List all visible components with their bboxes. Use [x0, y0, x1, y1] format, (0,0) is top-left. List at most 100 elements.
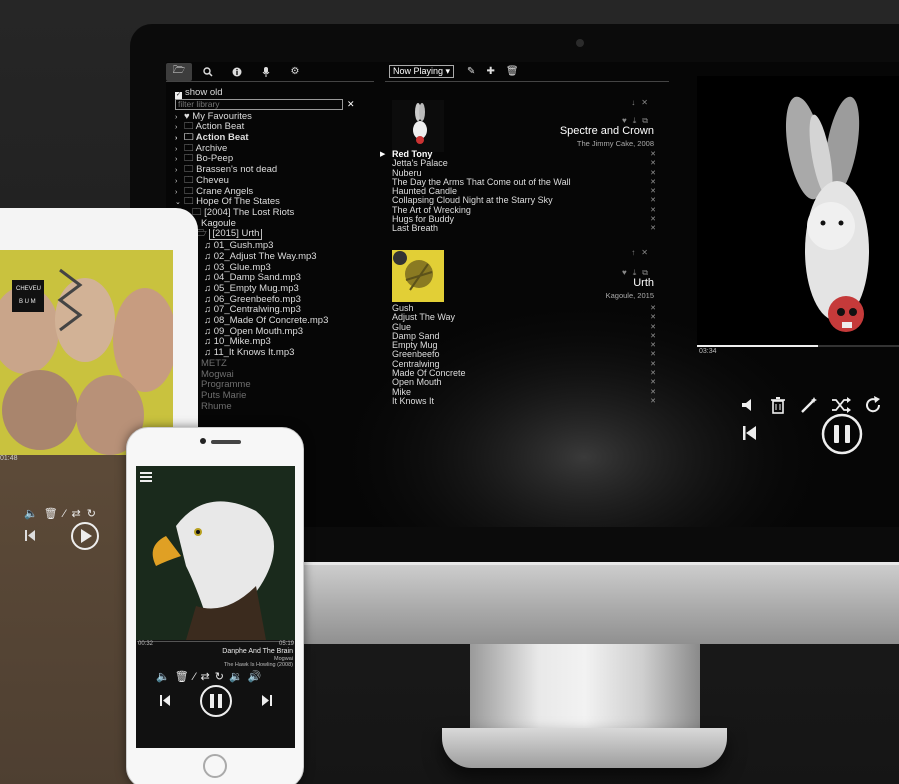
volume-icon[interactable]: 🔈 — [24, 507, 38, 520]
mic-icon[interactable] — [253, 63, 279, 81]
track-row[interactable]: Last Breath ✕ — [382, 224, 656, 233]
remove-icon[interactable]: ✕ — [650, 323, 656, 332]
repeat-icon[interactable] — [864, 396, 882, 414]
folder-item[interactable]: › 🗀 Crane Angels — [175, 187, 375, 198]
remove-icon[interactable]: ✕ — [650, 159, 656, 168]
file-item[interactable]: ♫ 04_Damp Sand.mp3 — [175, 273, 375, 284]
remove-icon[interactable]: ✕ — [650, 397, 656, 406]
remove-icon[interactable]: ✕ — [650, 341, 656, 350]
remove-icon[interactable]: ✕ — [650, 360, 656, 369]
remove-icon[interactable]: ✕ — [650, 150, 656, 159]
favourites-item[interactable]: › ♥ My Favourites — [175, 112, 375, 123]
remove-icon[interactable]: ✕ — [650, 178, 656, 187]
remove-icon[interactable]: ✕ — [650, 187, 656, 196]
trash-icon[interactable]: 🗑 — [44, 507, 58, 520]
folder-item[interactable]: › 🗀 Action Beat — [175, 133, 375, 144]
track-row[interactable]: Adjust The Way ✕ — [382, 313, 656, 322]
folder-item[interactable]: ›🗀 [2004] The Lost Riots — [175, 208, 375, 219]
remove-icon[interactable]: ✕ — [650, 332, 656, 341]
magic-wand-icon[interactable] — [800, 396, 818, 414]
shuffle-icon[interactable]: ⇄ — [201, 670, 210, 683]
file-item[interactable]: ♫ 02_Adjust The Way.mp3 — [175, 252, 375, 263]
folder-item[interactable]: › 🗀 Cheveu — [175, 176, 375, 187]
previous-icon[interactable] — [160, 694, 171, 707]
volume-icon[interactable]: 🔈 — [156, 670, 170, 683]
repeat-icon[interactable]: ↻ — [87, 507, 96, 520]
folder-item[interactable]: Puts Marie — [175, 391, 375, 402]
edit-icon[interactable]: ✎ — [467, 66, 475, 77]
remove-icon[interactable]: ✕ — [650, 369, 656, 378]
file-item[interactable]: ♫ 01_Gush.mp3 — [175, 241, 375, 252]
folder-item[interactable]: Rhume — [175, 402, 375, 413]
folder-item[interactable]: › 🗀 Brassen's not dead — [175, 165, 375, 176]
remove-icon[interactable]: ✕ — [650, 169, 656, 178]
show-old-row[interactable]: ✓ show old — [175, 88, 375, 99]
magic-wand-icon[interactable]: ⁄ — [194, 671, 196, 683]
file-item[interactable]: ♫ 08_Made Of Concrete.mp3 — [175, 316, 375, 327]
settings-icon[interactable]: ⚙ — [282, 63, 308, 81]
remove-icon[interactable]: ✕ — [650, 388, 656, 397]
remove-icon[interactable]: ✕ — [650, 206, 656, 215]
magic-wand-icon[interactable]: ⁄ — [64, 508, 66, 520]
folder-item[interactable]: Programme — [175, 380, 375, 391]
search-icon[interactable] — [195, 63, 221, 81]
album-move-icons[interactable]: ↑✕ — [631, 248, 654, 257]
album-move-icons[interactable]: ↓✕ — [631, 98, 654, 107]
remove-icon[interactable]: ✕ — [650, 313, 656, 322]
phone-seek-bar[interactable] — [137, 641, 294, 642]
menu-icon[interactable] — [140, 472, 152, 482]
seek-bar[interactable] — [697, 345, 899, 347]
playlist-select[interactable]: Now Playing ▾ — [389, 65, 455, 78]
folder-item[interactable]: › 🗀 Bo-Peep — [175, 154, 375, 165]
trash-icon[interactable]: 🗑 — [175, 670, 189, 683]
remove-icon[interactable]: ✕ — [650, 304, 656, 313]
track-row[interactable]: Open Mouth ✕ — [382, 378, 656, 387]
folder-item[interactable]: Kagoule — [175, 219, 375, 230]
previous-icon[interactable] — [25, 529, 35, 542]
remove-icon[interactable]: ✕ — [650, 350, 656, 359]
folder-item-selected[interactable]: 🗁 [2015] Urth — [175, 229, 375, 241]
file-item[interactable]: ♫ 05_Empty Mug.mp3 — [175, 284, 375, 295]
checkbox[interactable]: ✓ — [175, 92, 182, 99]
play-button[interactable] — [70, 521, 100, 551]
folder-icon[interactable]: 🗁 — [166, 62, 192, 81]
add-icon[interactable]: ✚ — [486, 66, 494, 77]
trash-icon[interactable]: 🗑 — [506, 66, 519, 77]
file-item[interactable]: ♫ 03_Glue.mp3 — [175, 263, 375, 274]
file-item[interactable]: ♫ 10_Mike.mp3 — [175, 337, 375, 348]
pause-button[interactable] — [820, 413, 864, 455]
file-item[interactable]: ♫ 06_Greenbeefo.mp3 — [175, 295, 375, 306]
remove-icon[interactable]: ✕ — [650, 378, 656, 387]
folder-item[interactable]: › 🗀 Archive — [175, 144, 375, 155]
track-row[interactable]: It Knows It ✕ — [382, 396, 656, 406]
folder-item[interactable]: › 🗀 Action Beat — [175, 122, 375, 133]
shuffle-icon[interactable] — [831, 396, 851, 414]
file-item[interactable]: ♫ 11_It Knows It.mp3 — [175, 348, 375, 359]
remove-icon[interactable]: ✕ — [650, 196, 656, 205]
clear-filter-icon[interactable]: ✕ — [347, 99, 355, 109]
folder-icon: 🗀 — [184, 143, 196, 154]
volume-up-icon[interactable]: 🔊 — [248, 670, 262, 683]
trash-icon[interactable] — [769, 396, 787, 414]
remove-icon[interactable]: ✕ — [650, 215, 656, 224]
info-icon[interactable] — [224, 63, 250, 81]
file-item[interactable]: ♫ 09_Open Mouth.mp3 — [175, 327, 375, 338]
shuffle-icon[interactable]: ⇄ — [72, 507, 81, 520]
volume-icon[interactable] — [740, 397, 756, 413]
remove-icon[interactable]: ✕ — [650, 224, 656, 233]
filter-input[interactable]: filter library — [175, 98, 343, 110]
folder-item[interactable]: METZ — [175, 359, 375, 370]
home-button[interactable] — [203, 754, 227, 778]
previous-icon[interactable] — [743, 425, 757, 441]
folder-item[interactable]: ⌄ 🗀 Hope Of The States — [175, 197, 375, 208]
next-icon[interactable] — [262, 694, 273, 707]
folder-item[interactable]: Mogwai — [175, 370, 375, 381]
folder-label: [2004] The Lost Riots — [204, 207, 295, 218]
file-item[interactable]: ♫ 07_Centralwing.mp3 — [175, 305, 375, 316]
track-row[interactable]: Jetta's Palace ✕ — [382, 159, 656, 168]
pause-button[interactable] — [199, 684, 233, 718]
chevron-right-icon: › — [175, 124, 178, 132]
folder-label: Archive — [195, 143, 228, 154]
volume-down-icon[interactable]: 🔉 — [229, 670, 243, 683]
repeat-icon[interactable]: ↻ — [215, 670, 224, 683]
